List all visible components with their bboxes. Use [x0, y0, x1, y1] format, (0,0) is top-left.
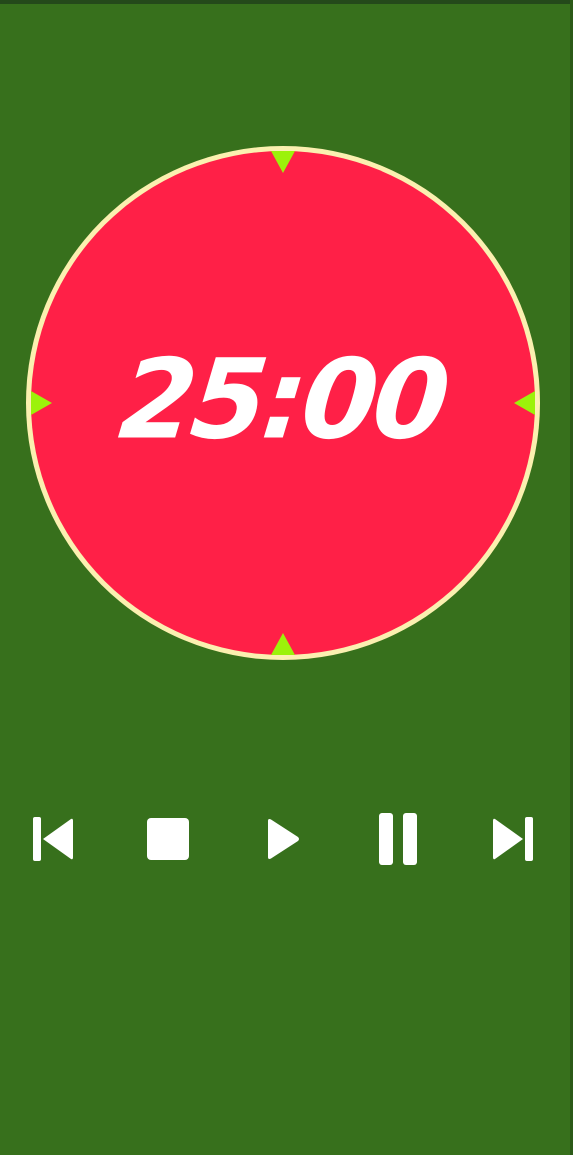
timer-dial[interactable]: 25:00	[24, 144, 542, 662]
playback-controls	[0, 808, 573, 870]
skip-previous-button[interactable]	[22, 808, 84, 870]
skip-previous-icon	[33, 817, 73, 861]
pause-icon	[379, 813, 417, 865]
stop-icon	[147, 818, 189, 860]
pause-button[interactable]	[367, 808, 429, 870]
skip-next-icon	[493, 817, 533, 861]
time-display: 25:00	[24, 144, 542, 662]
status-bar-strip	[0, 0, 573, 4]
play-button[interactable]	[252, 808, 314, 870]
stop-button[interactable]	[137, 808, 199, 870]
play-icon	[268, 819, 299, 859]
skip-next-button[interactable]	[482, 808, 544, 870]
time-text: 25:00	[114, 336, 452, 465]
